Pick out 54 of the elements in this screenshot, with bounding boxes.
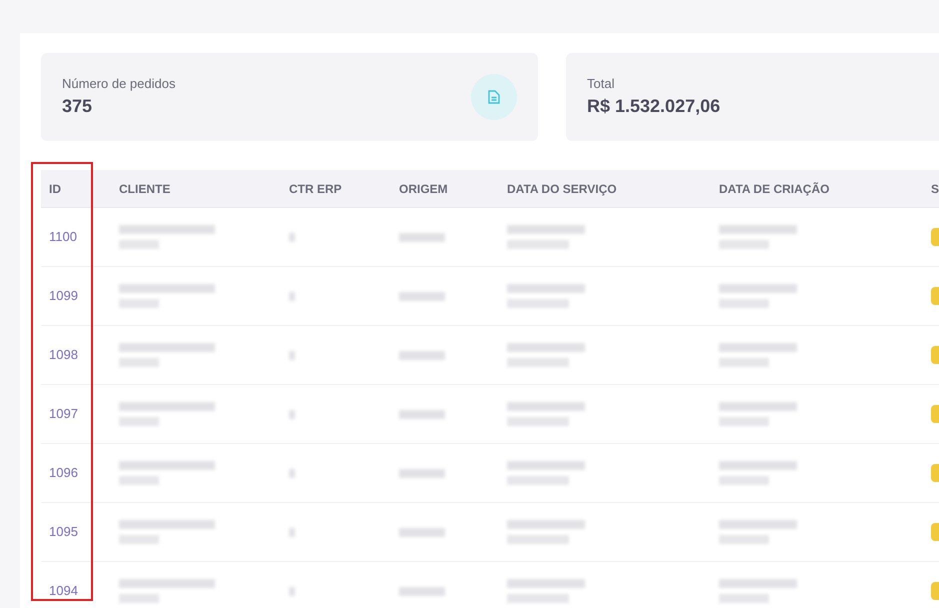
redacted-text <box>719 299 769 308</box>
order-id-link[interactable]: 1100 <box>49 229 77 244</box>
redacted-text <box>719 594 769 603</box>
column-header: CTR ERP <box>289 182 342 196</box>
column-header: ORIGEM <box>399 182 448 196</box>
redacted-text <box>399 232 445 242</box>
redacted-text <box>719 476 769 485</box>
redacted-text <box>719 358 769 367</box>
redacted-text <box>119 476 159 485</box>
stat-label: Número de pedidos <box>62 74 176 93</box>
stat-value: 375 <box>62 95 94 118</box>
redacted-text <box>399 350 445 360</box>
redacted-text <box>507 240 569 249</box>
column-header: ID <box>49 182 61 196</box>
order-id-link[interactable]: 1097 <box>49 406 78 421</box>
redacted-text <box>119 240 159 249</box>
order-id-link[interactable]: 1095 <box>49 524 78 539</box>
redacted-text <box>507 358 569 367</box>
redacted-text <box>507 535 569 544</box>
column-header: DATA DE CRIAÇÃO <box>719 182 830 196</box>
redacted-text <box>507 417 569 426</box>
redacted-text <box>119 299 159 308</box>
redacted-text <box>119 594 159 603</box>
redacted-text <box>719 417 769 426</box>
redacted-text <box>399 410 445 418</box>
redacted-text <box>507 594 569 603</box>
redacted-text <box>399 292 445 300</box>
redacted-text <box>289 528 295 536</box>
redacted-text <box>119 535 159 544</box>
order-id-link[interactable]: 1096 <box>49 465 78 480</box>
redacted-text <box>119 417 159 426</box>
redacted-text <box>289 468 295 478</box>
redacted-text <box>289 410 295 418</box>
redacted-text <box>289 586 295 596</box>
order-id-link[interactable]: 1098 <box>49 347 78 362</box>
redacted-text <box>289 232 295 242</box>
redacted-text <box>719 240 769 249</box>
redacted-text <box>399 468 445 478</box>
document-icon <box>488 90 500 104</box>
redacted-text <box>719 535 769 544</box>
redacted-text <box>289 350 295 360</box>
redacted-text <box>399 586 445 596</box>
stat-value: R$ 1.532.027,06 <box>587 95 720 118</box>
order-id-link[interactable]: 1094 <box>49 583 78 598</box>
redacted-text <box>399 528 445 536</box>
redacted-text <box>289 292 295 300</box>
column-header: CLIENTE <box>119 182 170 196</box>
stat-label: Total <box>587 74 616 93</box>
column-header: DATA DO SERVIÇO <box>507 182 617 196</box>
redacted-text <box>507 476 569 485</box>
column-header: S <box>931 182 939 196</box>
redacted-text <box>507 299 569 308</box>
order-id-link[interactable]: 1099 <box>49 288 78 303</box>
redacted-text <box>119 358 159 367</box>
